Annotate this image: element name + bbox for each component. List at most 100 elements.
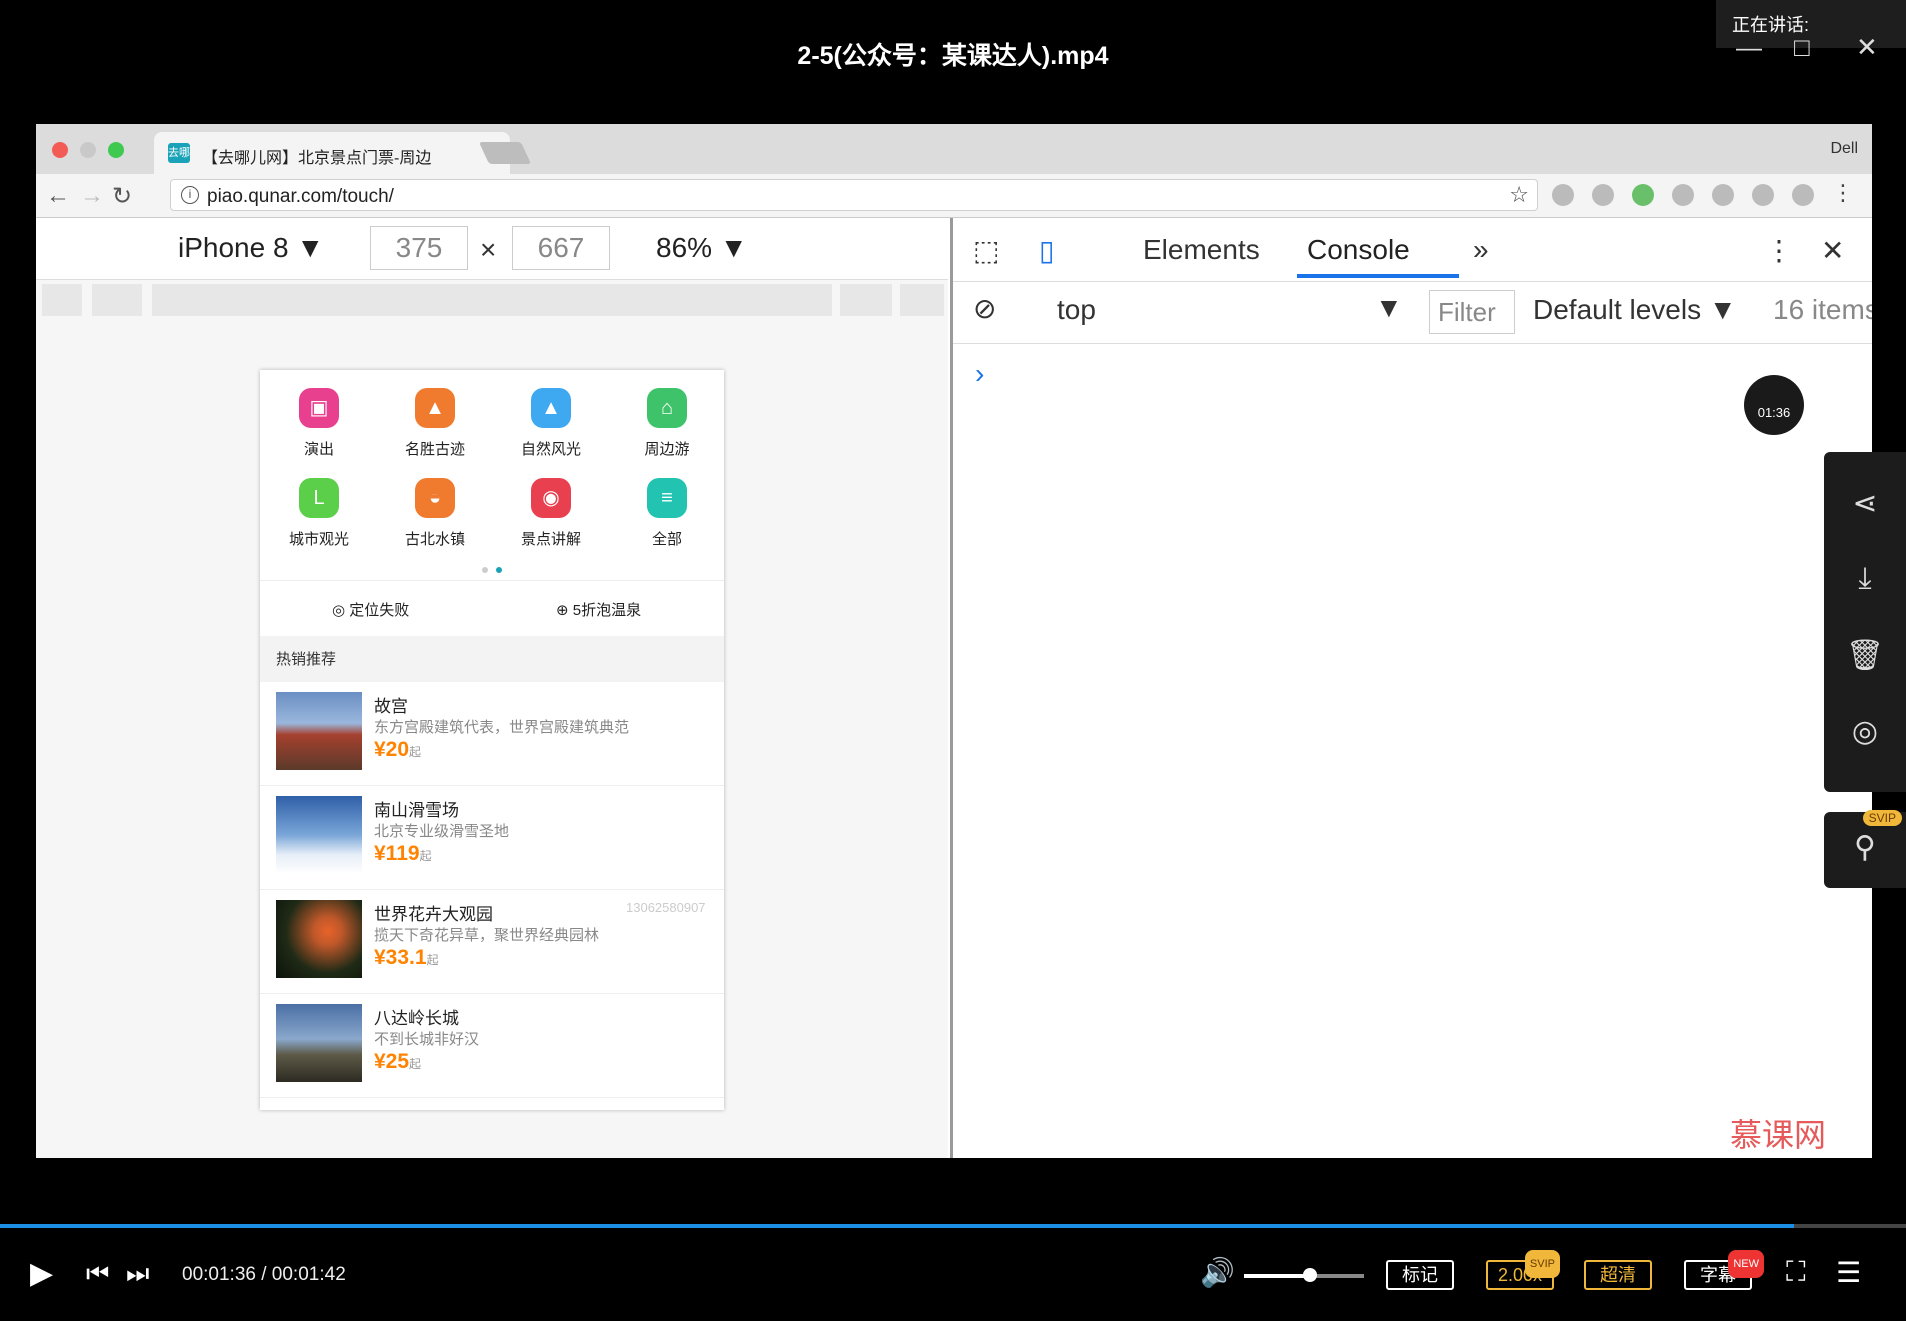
price-unit: 起 <box>419 849 432 863</box>
list-item[interactable]: 八达岭长城 不到长城非好汉 ¥25起 <box>260 994 724 1098</box>
hot-section-title: 热销推荐 <box>260 636 724 682</box>
promo-label: 5折泡温泉 <box>572 602 642 619</box>
fullscreen-icon[interactable]: ⛶ <box>1786 1256 1806 1289</box>
extension-icon[interactable] <box>1712 184 1734 206</box>
speed-button[interactable]: 2.00x SVIP <box>1486 1250 1560 1290</box>
close-button[interactable]: ✕ <box>1856 32 1878 63</box>
quality-button[interactable]: 超清 <box>1584 1260 1652 1290</box>
log-levels-select[interactable]: Default levels ▼ <box>1533 294 1737 326</box>
download-icon[interactable]: ⤓ <box>1824 562 1906 596</box>
list-item[interactable]: 南山滑雪场 北京专业级滑雪圣地 ¥119起 <box>260 786 724 890</box>
console-prompt[interactable]: › <box>975 358 984 390</box>
price-value: ¥119 <box>374 842 420 865</box>
media-query-segment[interactable] <box>900 284 944 316</box>
price-unit: 起 <box>409 745 422 759</box>
tab-console[interactable]: Console <box>1307 234 1410 266</box>
tab-elements[interactable]: Elements <box>1143 234 1260 266</box>
playlist-icon[interactable]: ☰ <box>1836 1256 1861 1289</box>
extension-icon[interactable] <box>1552 184 1574 206</box>
category-sites[interactable]: ▲ 名胜古迹 <box>380 388 490 459</box>
category-nearby[interactable]: ⌂ 周边游 <box>612 388 722 459</box>
device-toggle-icon[interactable]: ▯ <box>1039 234 1054 267</box>
play-icon[interactable]: ▶ <box>30 1256 53 1291</box>
progress-bar[interactable] <box>0 1224 1906 1228</box>
filter-input[interactable]: Filter <box>1429 290 1515 334</box>
list-item[interactable]: 故宫 东方宫殿建筑代表，世界宫殿建筑典范 ¥20起 <box>260 682 724 786</box>
share-icon[interactable]: ⋖ <box>1824 486 1906 521</box>
volume-slider[interactable] <box>1244 1268 1364 1282</box>
media-query-segment[interactable] <box>92 284 142 316</box>
inspect-element-icon[interactable]: ⬚ <box>973 234 999 267</box>
delete-icon[interactable]: 🗑 <box>1824 638 1906 673</box>
target-icon[interactable]: ◎ <box>1824 714 1906 749</box>
ticket-icon: ▣ <box>299 388 339 428</box>
temple-icon: ▲ <box>415 388 455 428</box>
volume-icon[interactable]: 🔊 <box>1200 1256 1235 1289</box>
extension-icon[interactable] <box>1632 184 1654 206</box>
next-icon[interactable]: ⏭ <box>126 1258 149 1290</box>
height-input[interactable]: 667 <box>512 226 610 270</box>
item-desc: 东方宫殿建筑代表，世界宫殿建筑典范 <box>374 719 630 736</box>
context-dropdown-icon[interactable]: ▼ <box>1375 292 1403 324</box>
extension-icon[interactable] <box>1672 184 1694 206</box>
item-desc: 揽天下奇花异草，聚世界经典园林 <box>374 927 600 944</box>
info-icon[interactable]: i <box>181 186 199 204</box>
back-icon[interactable]: ← <box>46 182 70 210</box>
item-thumbnail <box>276 900 362 978</box>
devtools-close-icon[interactable]: ✕ <box>1821 234 1844 267</box>
profile-name[interactable]: Dell <box>1830 140 1858 158</box>
minimize-button[interactable]: — <box>1736 32 1762 63</box>
device-select[interactable]: iPhone 8 ▼ <box>178 232 324 264</box>
devtools-menu-icon[interactable]: ⋮ <box>1765 234 1793 267</box>
extension-icon[interactable] <box>1752 184 1774 206</box>
carousel-dot-active[interactable] <box>496 567 502 573</box>
extension-icon[interactable] <box>1792 184 1814 206</box>
category-all[interactable]: ≡ 全部 <box>612 478 722 549</box>
traffic-close-icon[interactable] <box>52 142 68 158</box>
console-toolbar: ⊘ top ▼ Filter Default levels ▼ 16 items <box>953 282 1872 344</box>
width-input[interactable]: 375 <box>370 226 468 270</box>
promo-button[interactable]: ⊕ 5折泡温泉 <box>556 599 641 620</box>
category-show[interactable]: ▣ 演出 <box>264 388 374 459</box>
clear-console-icon[interactable]: ⊘ <box>973 292 996 325</box>
category-nature[interactable]: ▲ 自然风光 <box>496 388 606 459</box>
active-tab-indicator <box>1297 274 1459 278</box>
previous-icon[interactable]: ⏮ <box>86 1258 109 1290</box>
url-text[interactable]: piao.qunar.com/touch/ <box>207 186 394 208</box>
media-query-segment[interactable] <box>42 284 82 316</box>
context-select[interactable]: top <box>1057 294 1096 326</box>
address-bar[interactable]: i piao.qunar.com/touch/ ☆ <box>170 179 1538 211</box>
category-guide[interactable]: ◉ 景点讲解 <box>496 478 606 549</box>
extension-icon[interactable] <box>1592 184 1614 206</box>
traffic-zoom-icon[interactable] <box>108 142 124 158</box>
device-emulation-panel: iPhone 8 ▼ 375 × 667 86% ▼ ▣ 演出 ▲ 名胜古迹 ▲… <box>36 218 948 1158</box>
forward-icon[interactable]: → <box>80 182 104 210</box>
speaker-icon: ◉ <box>531 478 571 518</box>
mark-button[interactable]: 标记 <box>1386 1260 1454 1290</box>
pin-tool[interactable]: SVIP ⚲ <box>1824 810 1906 888</box>
subtitle-button[interactable]: 字幕 NEW <box>1684 1250 1764 1290</box>
item-desc: 北京专业级滑雪圣地 <box>374 823 510 840</box>
new-tab-button[interactable] <box>478 142 532 164</box>
category-gubei[interactable]: ◒ 古北水镇 <box>380 478 490 549</box>
media-query-segment[interactable] <box>840 284 892 316</box>
bookmark-star-icon[interactable]: ☆ <box>1509 182 1529 208</box>
devtools-tab-bar: ⬚ ▯ Elements Console » ⋮ ✕ <box>953 218 1872 282</box>
volume-knob[interactable] <box>1303 1268 1317 1282</box>
traffic-minimize-icon[interactable] <box>80 142 96 158</box>
category-city[interactable]: L 城市观光 <box>264 478 374 549</box>
browser-menu-icon[interactable]: ⋮ <box>1832 180 1854 206</box>
media-query-bar[interactable] <box>36 282 948 318</box>
more-tabs-icon[interactable]: » <box>1473 234 1489 266</box>
list-item[interactable]: 世界花卉大观园 揽天下奇花异草，聚世界经典园林 ¥33.1起 130625809… <box>260 890 724 994</box>
carousel-dot[interactable] <box>482 567 488 573</box>
browser-tab[interactable]: 去哪 【去哪儿网】北京景点门票-周边 ✕ <box>154 132 510 174</box>
media-query-segment[interactable] <box>152 284 832 316</box>
maximize-button[interactable]: □ <box>1794 32 1810 63</box>
item-thumbnail <box>276 796 362 874</box>
zoom-select[interactable]: 86% ▼ <box>656 232 748 264</box>
reload-icon[interactable]: ↻ <box>112 182 132 211</box>
location-button[interactable]: ◎ 定位失败 <box>332 599 409 620</box>
category-label: 自然风光 <box>520 441 581 458</box>
video-frame[interactable]: 去哪 【去哪儿网】北京景点门票-周边 ✕ Dell ← → ↻ i piao.q… <box>36 124 1872 1158</box>
